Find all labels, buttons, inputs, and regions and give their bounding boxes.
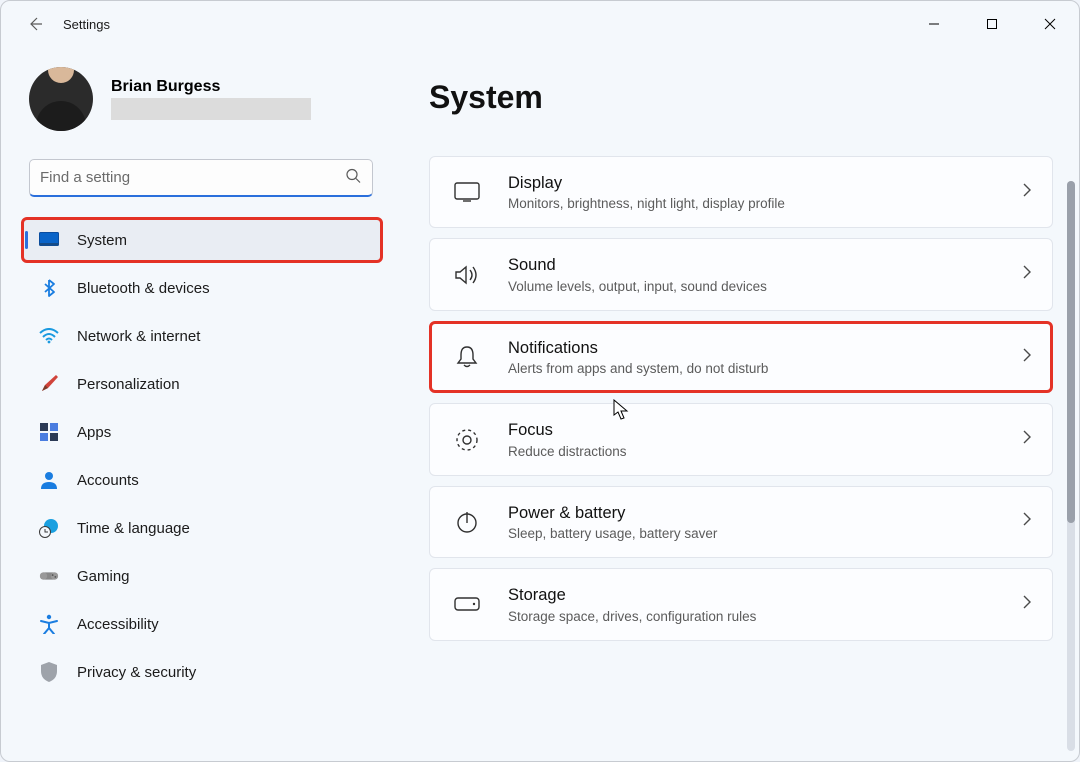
profile-block[interactable]: Brian Burgess — [23, 67, 381, 131]
bell-icon — [454, 344, 480, 370]
card-storage[interactable]: Storage Storage space, drives, configura… — [429, 568, 1053, 640]
person-icon — [39, 470, 59, 490]
search-icon — [345, 168, 361, 189]
card-title: Power & battery — [508, 503, 1022, 524]
sidebar-item-label: Time & language — [77, 520, 190, 537]
sidebar-item-network[interactable]: Network & internet — [23, 315, 381, 357]
card-sub: Alerts from apps and system, do not dist… — [508, 361, 1022, 376]
sidebar-item-label: Bluetooth & devices — [77, 280, 210, 297]
sidebar-item-system[interactable]: System — [23, 219, 381, 261]
card-focus[interactable]: Focus Reduce distractions — [429, 403, 1053, 475]
bluetooth-icon — [39, 278, 59, 298]
chevron-right-icon — [1022, 347, 1032, 368]
minimize-button[interactable] — [905, 1, 963, 47]
sound-icon — [454, 262, 480, 288]
wifi-icon — [39, 326, 59, 346]
card-notifications[interactable]: Notifications Alerts from apps and syste… — [429, 321, 1053, 393]
system-icon — [39, 230, 59, 250]
sidebar-item-gaming[interactable]: Gaming — [23, 555, 381, 597]
settings-window: Settings Bri — [0, 0, 1080, 762]
display-icon — [454, 179, 480, 205]
maximize-button[interactable] — [963, 1, 1021, 47]
sidebar-item-label: Accessibility — [77, 616, 159, 633]
avatar — [29, 67, 93, 131]
sidebar-item-label: Apps — [77, 424, 111, 441]
chevron-right-icon — [1022, 594, 1032, 615]
sidebar-item-privacy[interactable]: Privacy & security — [23, 651, 381, 693]
titlebar: Settings — [1, 1, 1079, 47]
chevron-right-icon — [1022, 429, 1032, 450]
card-power[interactable]: Power & battery Sleep, battery usage, ba… — [429, 486, 1053, 558]
card-sub: Reduce distractions — [508, 444, 1022, 459]
chevron-right-icon — [1022, 264, 1032, 285]
back-button[interactable] — [25, 14, 45, 34]
power-icon — [454, 509, 480, 535]
card-text: Power & battery Sleep, battery usage, ba… — [508, 503, 1022, 541]
chevron-right-icon — [1022, 182, 1032, 203]
card-title: Display — [508, 173, 1022, 194]
apps-icon — [39, 422, 59, 442]
card-sub: Sleep, battery usage, battery saver — [508, 526, 1022, 541]
card-text: Display Monitors, brightness, night ligh… — [508, 173, 1022, 211]
card-text: Focus Reduce distractions — [508, 420, 1022, 458]
sidebar-item-bluetooth[interactable]: Bluetooth & devices — [23, 267, 381, 309]
card-title: Focus — [508, 420, 1022, 441]
card-text: Notifications Alerts from apps and syste… — [508, 338, 1022, 376]
profile-email-redacted — [111, 98, 311, 120]
profile-name: Brian Burgess — [111, 78, 311, 96]
titlebar-left: Settings — [11, 14, 110, 34]
card-sub: Storage space, drives, configuration rul… — [508, 609, 1022, 624]
card-title: Sound — [508, 255, 1022, 276]
page-title: System — [429, 79, 1053, 116]
sidebar-item-label: System — [77, 232, 127, 249]
window-body: Brian Burgess System — [1, 47, 1079, 761]
card-display[interactable]: Display Monitors, brightness, night ligh… — [429, 156, 1053, 228]
profile-info: Brian Burgess — [111, 78, 311, 120]
sidebar-nav: System Bluetooth & devices Network & int… — [23, 219, 381, 693]
card-sub: Volume levels, output, input, sound devi… — [508, 279, 1022, 294]
sidebar: Brian Burgess System — [1, 47, 391, 761]
scrollbar-thumb[interactable] — [1067, 181, 1075, 523]
search-wrap — [29, 159, 373, 197]
sidebar-item-personalization[interactable]: Personalization — [23, 363, 381, 405]
sidebar-item-time[interactable]: Time & language — [23, 507, 381, 549]
caption-buttons — [905, 1, 1079, 47]
shield-icon — [39, 662, 59, 682]
sidebar-item-label: Accounts — [77, 472, 139, 489]
gamepad-icon — [39, 566, 59, 586]
sidebar-item-label: Privacy & security — [77, 664, 196, 681]
window-title: Settings — [63, 17, 110, 32]
sidebar-item-label: Personalization — [77, 376, 180, 393]
sidebar-item-accounts[interactable]: Accounts — [23, 459, 381, 501]
card-title: Storage — [508, 585, 1022, 606]
card-text: Sound Volume levels, output, input, soun… — [508, 255, 1022, 293]
scrollbar[interactable] — [1067, 181, 1075, 751]
card-title: Notifications — [508, 338, 1022, 359]
sidebar-item-label: Network & internet — [77, 328, 200, 345]
sidebar-item-label: Gaming — [77, 568, 130, 585]
chevron-right-icon — [1022, 511, 1032, 532]
brush-icon — [39, 374, 59, 394]
focus-icon — [454, 427, 480, 453]
close-button[interactable] — [1021, 1, 1079, 47]
accessibility-icon — [39, 614, 59, 634]
card-sound[interactable]: Sound Volume levels, output, input, soun… — [429, 238, 1053, 310]
sidebar-item-apps[interactable]: Apps — [23, 411, 381, 453]
clock-globe-icon — [39, 518, 59, 538]
sidebar-item-accessibility[interactable]: Accessibility — [23, 603, 381, 645]
storage-icon — [454, 591, 480, 617]
card-text: Storage Storage space, drives, configura… — [508, 585, 1022, 623]
card-sub: Monitors, brightness, night light, displ… — [508, 196, 1022, 211]
search-input[interactable] — [29, 159, 373, 197]
main-pane: System Display Monitors, brightness, nig… — [391, 47, 1079, 761]
